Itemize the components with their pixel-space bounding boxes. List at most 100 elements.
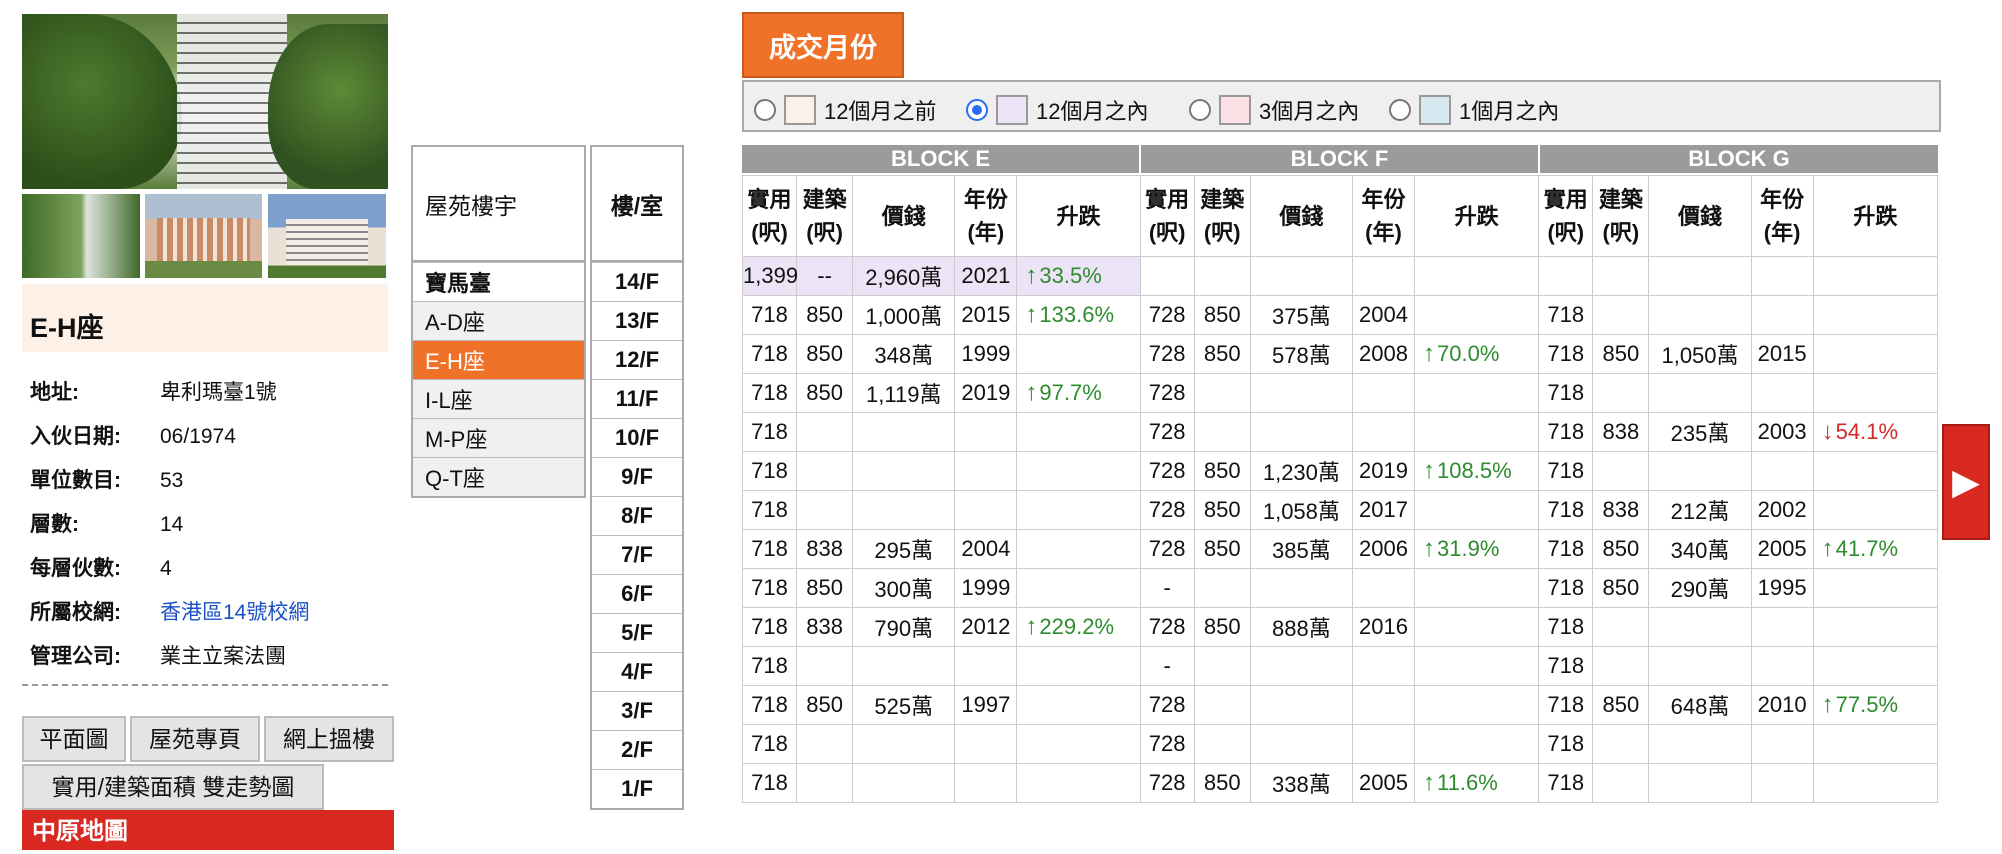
table-cell: 348萬	[852, 334, 956, 374]
floor-item[interactable]: 5/F	[592, 613, 682, 652]
table-cell: 648萬	[1648, 685, 1752, 725]
estate-thumbnail-3[interactable]	[268, 194, 386, 278]
table-cell	[1414, 373, 1540, 413]
table-row[interactable]: 1,399 -- 2,960萬 2021 ↑33.5%	[741, 256, 1939, 296]
table-cell: 525萬	[852, 685, 956, 725]
table-cell: 718	[1538, 763, 1594, 803]
month-filter-option[interactable]: 1個月之內	[1389, 94, 1559, 126]
floor-item[interactable]: 14/F	[592, 262, 682, 301]
floor-item[interactable]: 13/F	[592, 301, 682, 340]
table-cell: 728	[1139, 490, 1195, 530]
table-cell	[1193, 256, 1251, 296]
table-cell: 718	[1538, 568, 1594, 608]
next-page-button[interactable]: ▶	[1942, 424, 1990, 540]
table-cell: 718	[1538, 295, 1594, 335]
table-cell	[1648, 451, 1752, 491]
floor-item[interactable]: 12/F	[592, 340, 682, 379]
table-cell	[1750, 607, 1814, 647]
block-list-item[interactable]: Q-T座	[413, 457, 584, 496]
radio-button[interactable]	[754, 99, 776, 121]
table-cell: 718	[1538, 685, 1594, 725]
month-filter-option[interactable]: 3個月之內	[1189, 94, 1359, 126]
block-list-item[interactable]: E-H座	[413, 340, 584, 379]
floor-item[interactable]: 3/F	[592, 691, 682, 730]
table-cell: 385萬	[1249, 529, 1353, 569]
table-row[interactable]: 718 - 718	[741, 646, 1939, 686]
floor-item[interactable]: 4/F	[592, 652, 682, 691]
table-row[interactable]: 718 838 790萬 2012 ↑229.2% 728 850 888萬 2016 718	[741, 607, 1939, 647]
table-cell	[1750, 256, 1814, 296]
floor-item[interactable]: 8/F	[592, 496, 682, 535]
table-cell: 1,000萬	[852, 295, 956, 335]
block-list-item[interactable]: M-P座	[413, 418, 584, 457]
table-cell	[796, 763, 854, 803]
table-row[interactable]: 718 850 525萬 1997 728 718 850 648萬 2010 ↑77.5%	[741, 685, 1939, 725]
table-cell: ↑33.5%	[1016, 256, 1141, 296]
column-header: 升跌	[1414, 175, 1540, 257]
block-list-item[interactable]: A-D座	[413, 301, 584, 340]
table-row[interactable]: 718 728 850 1,230萬 2019 ↑108.5% 718	[741, 451, 1939, 491]
estate-thumbnail-1[interactable]	[22, 194, 140, 278]
table-cell	[1351, 568, 1416, 608]
table-cell: 718	[741, 412, 798, 452]
floor-plan-button[interactable]: 平面圖	[22, 716, 126, 762]
estate-thumbnail-2[interactable]	[145, 194, 262, 278]
table-cell	[1414, 646, 1540, 686]
table-cell	[1249, 646, 1353, 686]
column-header: 價錢	[1648, 175, 1752, 257]
table-cell: 718	[1538, 529, 1594, 569]
floor-item[interactable]: 2/F	[592, 730, 682, 769]
block-list-item[interactable]: I-L座	[413, 379, 584, 418]
table-cell: 850	[796, 334, 854, 374]
table-cell	[1249, 412, 1353, 452]
radio-button[interactable]	[1389, 99, 1411, 121]
table-row[interactable]: 718 728 850 338萬 2005 ↑11.6% 718	[741, 763, 1939, 803]
floor-item[interactable]: 10/F	[592, 418, 682, 457]
floor-list: 樓/室 14/F 13/F 12/F 11/F 10/F 9/F 8/F 7/F 6/F 5/F 4…	[590, 145, 684, 810]
table-cell	[1016, 568, 1141, 608]
table-cell	[1351, 724, 1416, 764]
table-row[interactable]: 718 850 300萬 1999-718 850 290萬 1995	[741, 568, 1939, 608]
table-row[interactable]: 718 728 718 838 235萬 2003 ↓54.1%	[741, 412, 1939, 452]
online-search-button[interactable]: 網上搵樓	[264, 716, 394, 762]
floor-item[interactable]: 11/F	[592, 379, 682, 418]
table-cell: 2,960萬	[852, 256, 956, 296]
table-cell	[1812, 373, 1939, 413]
color-swatch	[1219, 95, 1251, 125]
table-cell	[1750, 724, 1814, 764]
area-trend-chart-button[interactable]: 實用/建築面積 雙走勢圖	[22, 764, 324, 810]
filter-option-label: 1個月之內	[1459, 99, 1560, 124]
month-filter-option[interactable]: 12個月之內	[966, 94, 1148, 126]
centaline-map-button[interactable]: 中原地圖	[22, 810, 394, 850]
table-cell: 2006	[1351, 529, 1416, 569]
table-cell: ↑11.6%	[1414, 763, 1540, 803]
floor-item[interactable]: 9/F	[592, 457, 682, 496]
table-cell: 838	[796, 607, 854, 647]
table-row[interactable]: 718 728 850 1,058萬 2017 718 838 212萬 2002	[741, 490, 1939, 530]
table-cell	[1016, 529, 1141, 569]
table-row[interactable]: 718 850 348萬 1999 728 850 578萬 2008 ↑70.0% 718 850…	[741, 334, 1939, 374]
transaction-month-tab[interactable]: 成交月份	[742, 12, 904, 78]
arrow-up-icon: ↑	[1423, 535, 1436, 562]
table-cell: 718	[741, 724, 798, 764]
info-label: 所屬校網:	[30, 601, 121, 624]
radio-button[interactable]	[966, 99, 988, 121]
radio-button[interactable]	[1189, 99, 1211, 121]
floor-item[interactable]: 6/F	[592, 574, 682, 613]
table-cell	[1592, 451, 1650, 491]
table-row[interactable]: 718 838 295萬 2004 728 850 385萬 2006 ↑31.9% 718 850…	[741, 529, 1939, 569]
table-cell	[1249, 685, 1353, 725]
block-list-item[interactable]: 寶馬臺	[413, 262, 584, 301]
school-net-link[interactable]: 香港區14號校網	[160, 601, 309, 624]
table-row[interactable]: 718 850 1,000萬 2015 ↑133.6% 728 850 375萬 2004 718	[741, 295, 1939, 335]
estate-main-photo[interactable]	[22, 14, 388, 189]
color-swatch	[784, 95, 816, 125]
table-cell: 728	[1139, 724, 1195, 764]
estate-name: E-H座	[30, 313, 104, 343]
table-row[interactable]: 718 728 718	[741, 724, 1939, 764]
floor-item[interactable]: 1/F	[592, 769, 682, 808]
table-row[interactable]: 718 850 1,119萬 2019 ↑97.7% 728 718	[741, 373, 1939, 413]
estate-page-button[interactable]: 屋苑專頁	[130, 716, 260, 762]
floor-item[interactable]: 7/F	[592, 535, 682, 574]
month-filter-option[interactable]: 12個月之前	[754, 94, 936, 126]
